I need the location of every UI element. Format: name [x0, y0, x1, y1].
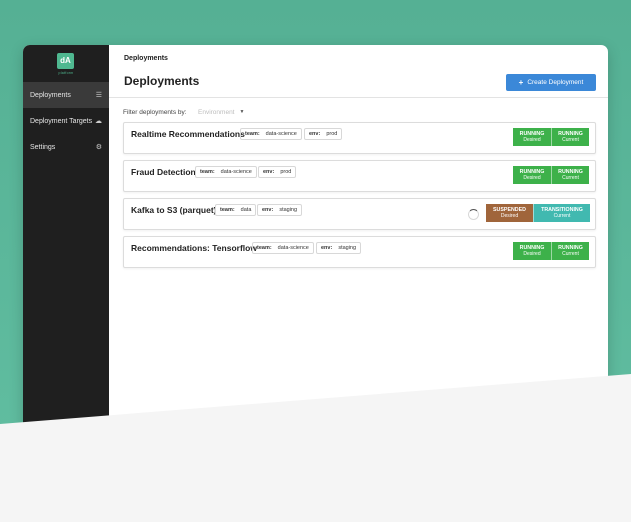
current-status-badge: RUNNING Current: [551, 166, 589, 184]
filter-placeholder: Environment: [198, 109, 235, 116]
create-deployment-label: Create Deployment: [527, 79, 584, 86]
status-label: Current: [562, 251, 579, 257]
sidebar-item-label: Deployments: [30, 91, 71, 99]
page-title: Deployments: [124, 74, 200, 88]
gears-icon: ⚙: [95, 144, 102, 151]
sidebar-item-settings[interactable]: Settings ⚙: [23, 134, 109, 160]
sidebar-item-label: Settings: [30, 143, 56, 151]
chevron-down-icon: ▼: [239, 109, 245, 115]
current-status-badge: RUNNING Current: [551, 242, 589, 260]
status-badges: RUNNING Desired RUNNING Current: [513, 128, 589, 146]
sidebar-item-label: Deployment Targets: [30, 117, 93, 125]
team-tag: team: data: [215, 204, 257, 216]
status-label: Desired: [523, 137, 541, 143]
status-badges: RUNNING Desired RUNNING Current: [513, 242, 589, 260]
plus-icon: +: [518, 78, 524, 87]
status-label: Desired: [523, 251, 541, 257]
tag-key: env:: [263, 169, 275, 175]
status-label: Current: [553, 213, 571, 219]
tag-value: staging: [338, 245, 357, 251]
env-tag: env: prod: [304, 128, 343, 140]
team-tag: team: data-science: [240, 128, 302, 140]
logo-subtitle: platform: [58, 71, 74, 75]
current-status-badge: TRANSITIONING Current: [533, 204, 590, 222]
env-tag: env: prod: [258, 166, 297, 178]
deployment-name: Recommendations: Tensorflow: [131, 243, 257, 253]
sidebar-item-deployment-targets[interactable]: Deployment Targets ☁: [23, 108, 109, 134]
deployment-name: Kafka to S3 (parquet): [131, 205, 217, 215]
tag-value: data: [240, 207, 252, 213]
tag-key: team:: [220, 207, 235, 213]
create-deployment-button[interactable]: + Create Deployment: [506, 74, 596, 91]
environment-filter-select[interactable]: Environment ▼: [198, 109, 244, 116]
tag-value: data-science: [220, 169, 252, 175]
logo: dA: [57, 53, 74, 69]
tag-value: data-science: [277, 245, 309, 251]
tag-key: env:: [262, 207, 274, 213]
deployment-card[interactable]: Fraud Detection team: data-science env: …: [123, 160, 596, 192]
status-badges: RUNNING Desired RUNNING Current: [513, 166, 589, 184]
deployment-card[interactable]: Kafka to S3 (parquet) team: data env: st…: [123, 198, 596, 230]
deployment-name: Fraud Detection: [131, 167, 196, 177]
status-label: Current: [562, 137, 579, 143]
tag-value: data-science: [265, 131, 297, 137]
tag-key: env:: [321, 245, 333, 251]
sidebar-item-deployments[interactable]: Deployments ☰: [23, 82, 109, 108]
tag-key: team:: [200, 169, 215, 175]
tag-value: prod: [326, 131, 338, 137]
desired-status-badge: RUNNING Desired: [513, 128, 551, 146]
env-tag: env: staging: [257, 204, 303, 216]
team-tag: team: data-science: [252, 242, 314, 254]
filter-label: Filter deployments by:: [123, 109, 187, 116]
team-tag: team: data-science: [195, 166, 257, 178]
desired-status-badge: RUNNING Desired: [513, 242, 551, 260]
tag-value: staging: [279, 207, 298, 213]
deployment-name: Realtime Recommendations: [131, 129, 245, 139]
breadcrumb[interactable]: Deployments: [124, 55, 168, 62]
status-label: Desired: [500, 213, 519, 219]
status-badges: SUSPENDED Desired TRANSITIONING Current: [486, 204, 590, 222]
desired-status-badge: RUNNING Desired: [513, 166, 551, 184]
tag-key: team:: [245, 131, 260, 137]
status-label: Current: [562, 175, 579, 181]
desired-status-badge: SUSPENDED Desired: [486, 204, 533, 222]
sidebar: dA platform Deployments ☰ Deployment Tar…: [23, 45, 109, 445]
loading-spinner-icon: [468, 209, 479, 220]
current-status-badge: RUNNING Current: [551, 128, 589, 146]
deployment-card[interactable]: Realtime Recommendations team: data-scie…: [123, 122, 596, 154]
cloud-upload-icon: ☁: [95, 118, 102, 125]
env-tag: env: staging: [316, 242, 362, 254]
header-divider: [109, 97, 608, 98]
tag-value: prod: [280, 169, 292, 175]
list-icon: ☰: [95, 92, 102, 99]
deployment-card[interactable]: Recommendations: Tensorflow team: data-s…: [123, 236, 596, 268]
tag-key: team:: [257, 245, 272, 251]
status-label: Desired: [523, 175, 541, 181]
tag-key: env:: [309, 131, 321, 137]
